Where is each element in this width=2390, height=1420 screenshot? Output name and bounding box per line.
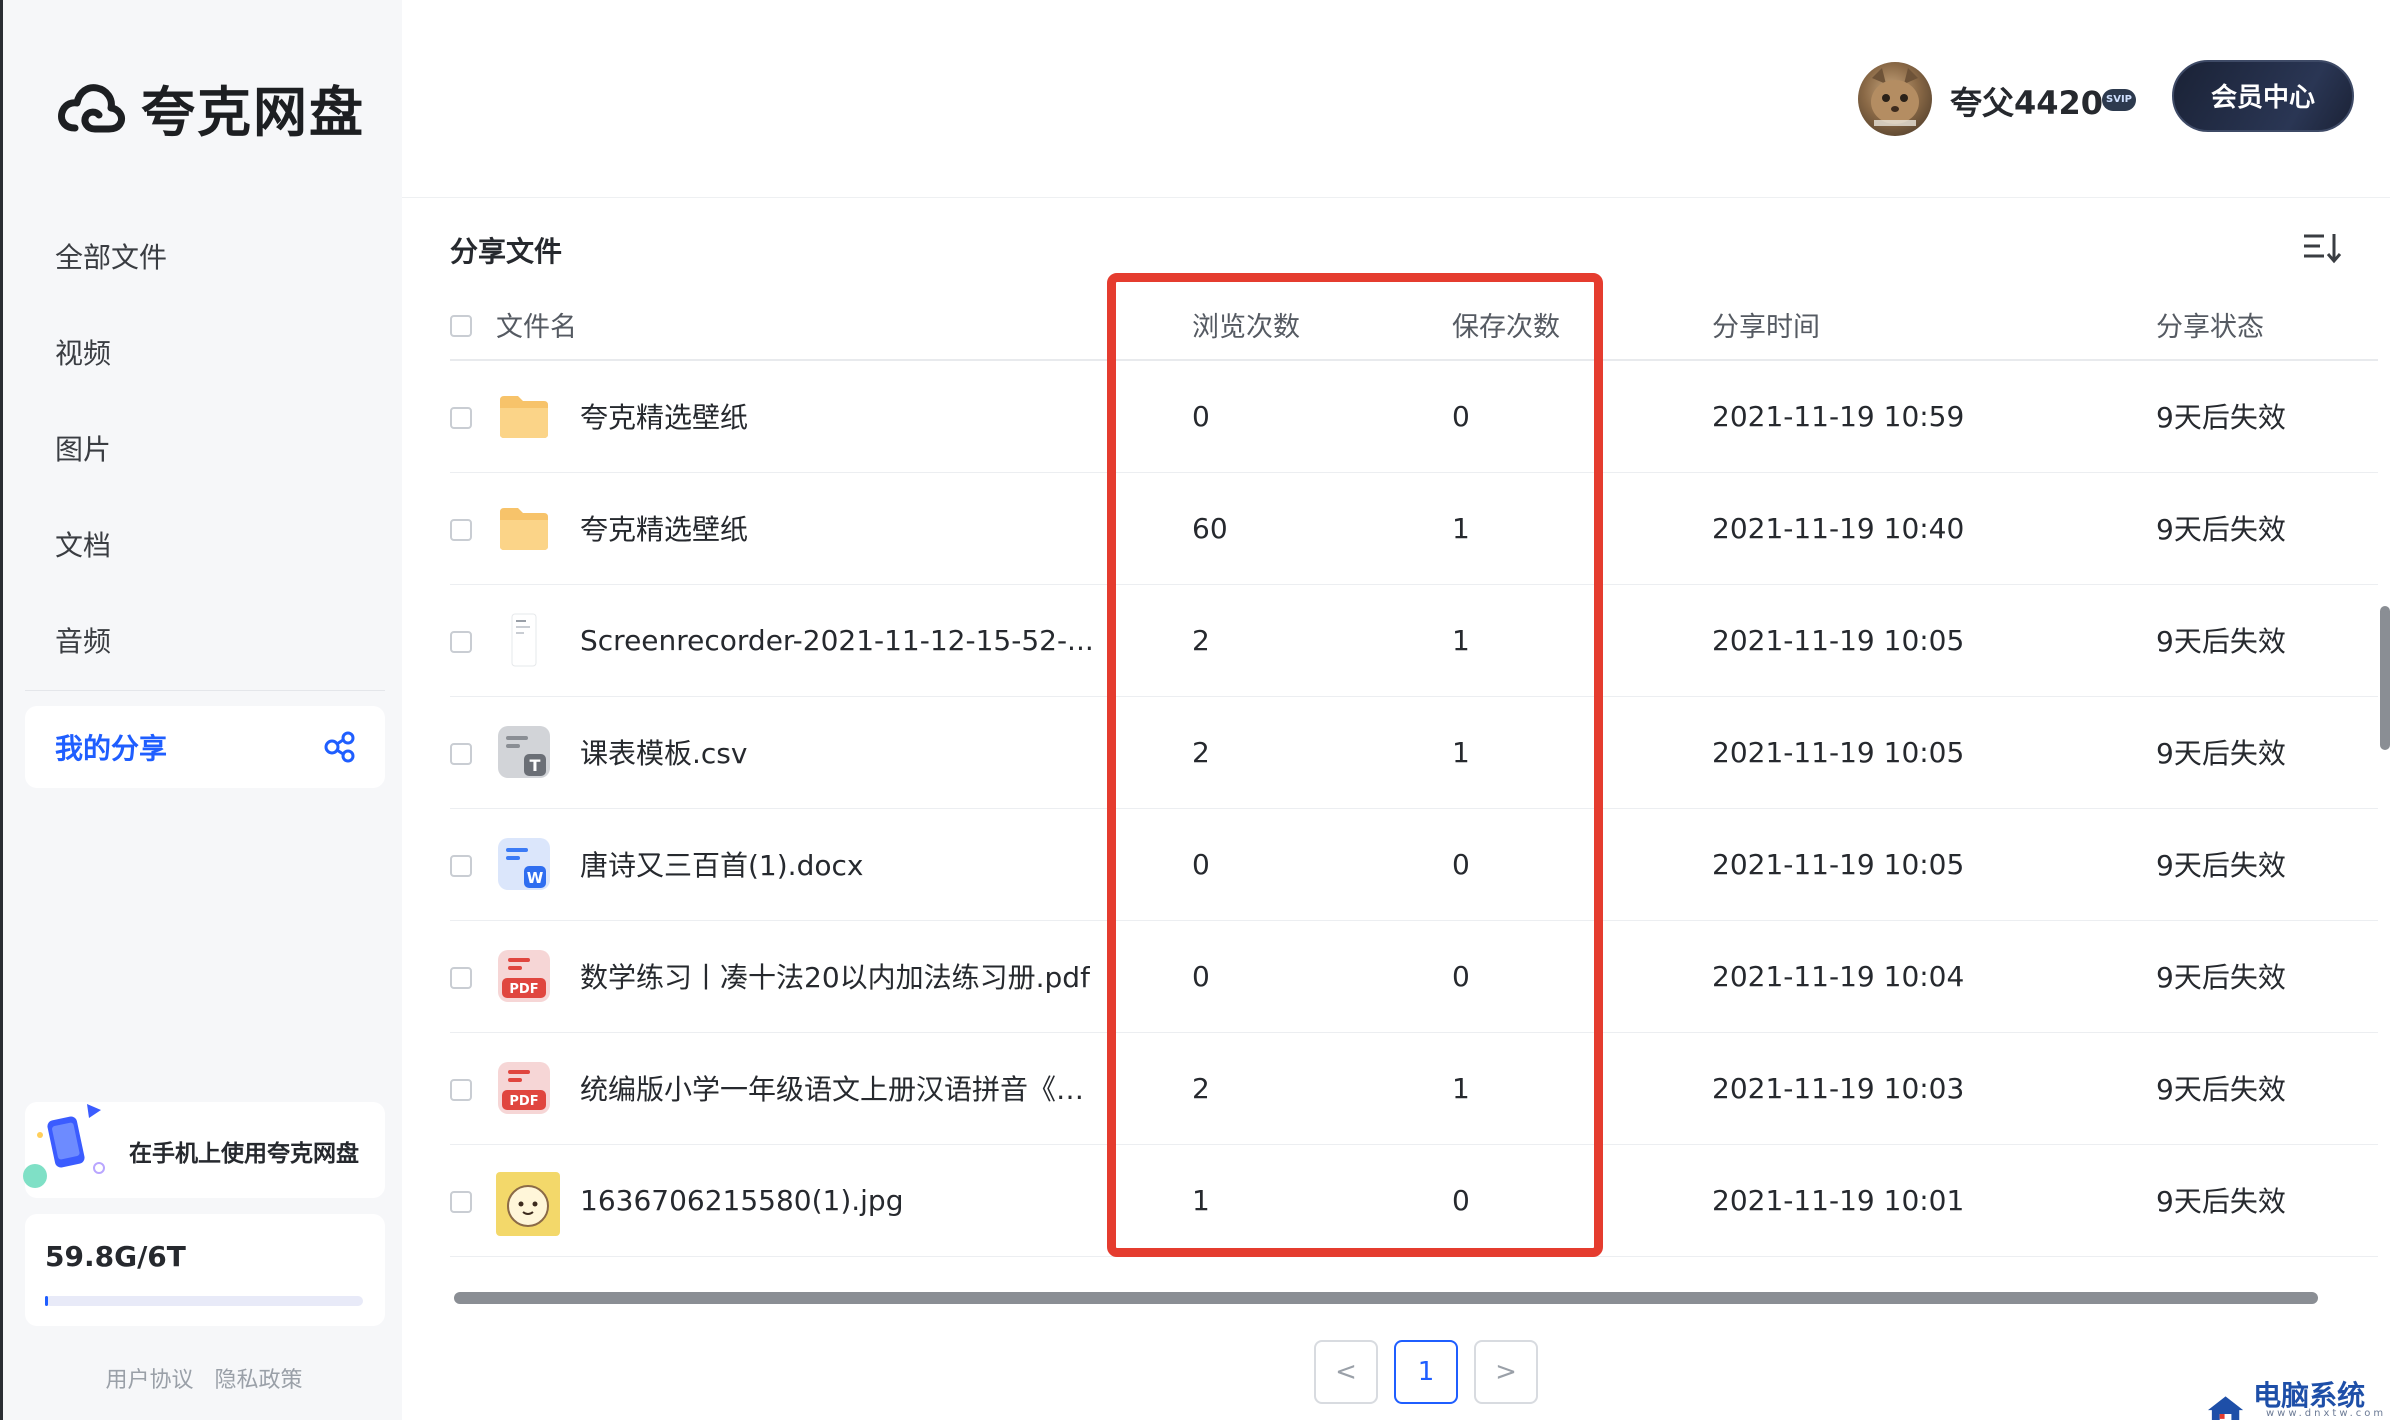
quark-cloud-icon	[58, 83, 125, 132]
prev-page-button[interactable]: <	[1314, 1340, 1378, 1404]
file-type-icon	[496, 500, 552, 556]
phone-illustration-icon	[23, 1104, 105, 1188]
csv-file-icon: T	[498, 726, 550, 778]
file-name[interactable]: 数学练习丨凑十法20以内加法练习册.pdf	[580, 956, 1090, 996]
member-center-button[interactable]: 会员中心	[2172, 60, 2354, 132]
footer-links: 用户协议 隐私政策	[3, 1362, 405, 1394]
pdf-file-icon: PDF	[498, 1062, 550, 1114]
file-name[interactable]: 唐诗又三百首(1).docx	[580, 844, 863, 884]
share-status: 9天后失效	[2156, 360, 2378, 473]
file-type-icon: W	[496, 836, 552, 892]
file-type-icon	[496, 1172, 560, 1236]
row-checkbox[interactable]	[450, 742, 472, 765]
folder-icon	[500, 508, 548, 550]
sidebar-item-documents[interactable]: 文档	[3, 498, 405, 594]
row-checkbox[interactable]	[450, 630, 472, 653]
share-time: 2021-11-19 10:05	[1666, 696, 2156, 809]
file-type-icon	[496, 388, 552, 444]
app-name: 夸克网盘	[141, 81, 365, 144]
file-type-icon: PDF	[496, 1060, 552, 1116]
file-name[interactable]: 1636706215580(1).jpg	[580, 1184, 903, 1217]
share-time: 2021-11-19 10:05	[1666, 584, 2156, 697]
user-name[interactable]: 夸父4420	[1950, 78, 2103, 124]
share-icon	[324, 731, 355, 763]
app-logo[interactable]: 夸克网盘	[55, 68, 365, 147]
privacy-policy-link[interactable]: 隐私政策	[215, 1368, 303, 1393]
share-time: 2021-11-19 10:59	[1666, 360, 2156, 473]
file-name[interactable]: 统编版小学一年级语文上册汉语拼音《d...	[580, 1068, 1100, 1108]
watermark: 电脑系统网 www.dnxtw.com	[2206, 1374, 2390, 1420]
horizontal-scrollbar[interactable]	[454, 1292, 2318, 1304]
share-status: 9天后失效	[2156, 920, 2378, 1033]
storage-usage: 59.8G/6T	[45, 1240, 186, 1273]
storage-panel[interactable]: 59.8G/6T	[25, 1214, 385, 1326]
share-status: 9天后失效	[2156, 696, 2378, 809]
column-header-status[interactable]: 分享状态	[2156, 290, 2378, 361]
column-header-time[interactable]: 分享时间	[1666, 290, 2156, 361]
watermark-url: www.dnxtw.com	[2266, 1408, 2387, 1419]
svip-badge: SVIP	[2102, 89, 2136, 111]
highlight-box	[1107, 273, 1603, 1257]
svg-text:PDF: PDF	[509, 982, 538, 997]
watermark-logo-icon	[2207, 1396, 2244, 1420]
sidebar-item-my-shares[interactable]: 我的分享	[25, 706, 385, 788]
file-name[interactable]: Screenrecorder-2021-11-12-15-52-...	[580, 624, 1094, 657]
word-file-icon: W	[498, 838, 550, 890]
image-thumbnail-icon	[496, 1172, 560, 1236]
user-agreement-link[interactable]: 用户协议	[105, 1368, 193, 1393]
sidebar-nav: 全部文件 视频 图片 文档 音频	[3, 210, 405, 690]
share-status: 9天后失效	[2156, 808, 2378, 921]
storage-progress-fill	[45, 1296, 49, 1306]
row-checkbox[interactable]	[450, 854, 472, 877]
row-checkbox[interactable]	[450, 1078, 472, 1101]
page-title: 分享文件	[450, 235, 563, 268]
share-time: 2021-11-19 10:01	[1666, 1144, 2156, 1257]
row-checkbox[interactable]	[450, 518, 472, 541]
video-thumbnail-icon	[511, 613, 537, 667]
sidebar-item-audio[interactable]: 音频	[3, 594, 405, 690]
column-header-name[interactable]: 文件名	[496, 290, 1146, 361]
app-window: 夸克网盘 全部文件 视频 图片 文档 音频 我的分享 在手机上使用夸克网盘 59…	[0, 0, 2390, 1420]
share-time: 2021-11-19 10:05	[1666, 808, 2156, 921]
sort-icon[interactable]	[2302, 230, 2342, 266]
share-status: 9天后失效	[2156, 584, 2378, 697]
svg-text:W: W	[527, 869, 544, 887]
sidebar: 夸克网盘 全部文件 视频 图片 文档 音频 我的分享 在手机上使用夸克网盘 59…	[0, 0, 402, 1420]
share-time: 2021-11-19 10:04	[1666, 920, 2156, 1033]
file-name[interactable]: 课表模板.csv	[580, 732, 747, 772]
row-checkbox[interactable]	[450, 966, 472, 989]
cat-avatar-icon	[1871, 68, 1919, 126]
page-1-button[interactable]: 1	[1394, 1340, 1458, 1404]
share-time: 2021-11-19 10:40	[1666, 472, 2156, 585]
sidebar-item-images[interactable]: 图片	[3, 402, 405, 498]
file-type-icon	[496, 612, 552, 668]
avatar[interactable]	[1858, 62, 1932, 136]
svg-text:PDF: PDF	[509, 1094, 538, 1109]
file-type-icon: T	[496, 724, 552, 780]
vertical-scrollbar[interactable]	[2380, 606, 2390, 750]
file-name[interactable]: 夸克精选壁纸	[580, 508, 748, 548]
folder-icon	[500, 396, 548, 439]
pdf-file-icon: PDF	[498, 950, 550, 1002]
share-status: 9天后失效	[2156, 1032, 2378, 1145]
storage-progress-bar	[45, 1296, 363, 1306]
sidebar-item-video[interactable]: 视频	[3, 306, 405, 402]
file-name[interactable]: 夸克精选壁纸	[580, 396, 748, 436]
sidebar-item-all-files[interactable]: 全部文件	[3, 210, 405, 306]
share-status: 9天后失效	[2156, 1144, 2378, 1257]
promo-text: 在手机上使用夸克网盘	[129, 1141, 359, 1167]
sidebar-divider	[25, 690, 385, 691]
row-checkbox[interactable]	[450, 1190, 472, 1213]
file-type-icon: PDF	[496, 948, 552, 1004]
sidebar-item-label: 我的分享	[55, 732, 168, 765]
row-checkbox[interactable]	[450, 406, 472, 429]
svg-text:T: T	[530, 756, 541, 775]
select-all-checkbox[interactable]	[450, 314, 472, 337]
share-time: 2021-11-19 10:03	[1666, 1032, 2156, 1145]
next-page-button[interactable]: >	[1474, 1340, 1538, 1404]
share-status: 9天后失效	[2156, 472, 2378, 585]
mobile-app-promo[interactable]: 在手机上使用夸克网盘	[23, 1102, 385, 1198]
